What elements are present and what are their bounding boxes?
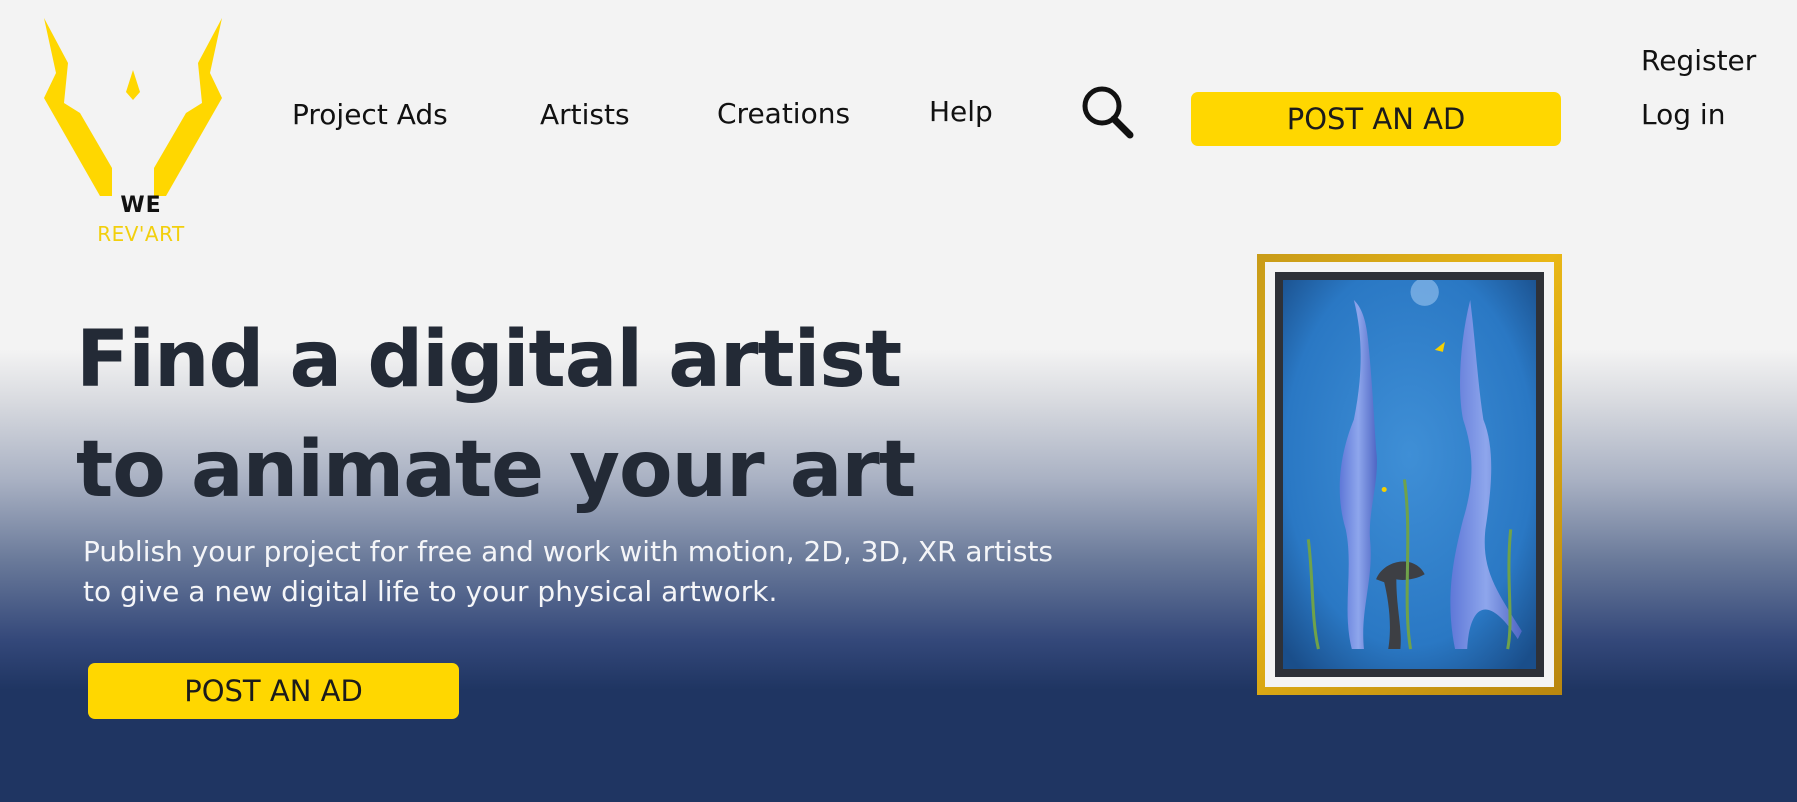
site-logo[interactable]: WE REV'ART: [36, 18, 232, 246]
login-link[interactable]: Log in: [1641, 98, 1725, 131]
nav-project-ads[interactable]: Project Ads: [292, 98, 448, 131]
post-ad-button-label: POST AN AD: [1286, 102, 1466, 136]
hero-subtitle: Publish your project for free and work w…: [83, 532, 1083, 612]
post-ad-button-hero[interactable]: POST AN AD: [88, 663, 459, 719]
nav-help[interactable]: Help: [929, 95, 993, 128]
hero-title-line1: Find a digital artist: [76, 315, 902, 405]
framed-painting-image: [1257, 254, 1562, 695]
landing-page: WE REV'ART Project Ads Artists Creations…: [0, 0, 1797, 802]
register-link[interactable]: Register: [1641, 44, 1756, 77]
logo-we-text: WE: [120, 193, 162, 218]
nav-creations[interactable]: Creations: [717, 97, 850, 130]
hero-title-line2: to animate your art: [76, 425, 916, 515]
hero-title: Find a digital artist to animate your ar…: [76, 305, 916, 525]
hero-cta-label: POST AN AD: [184, 674, 363, 708]
hero-subtitle-line2: to give a new digital life to your physi…: [83, 575, 778, 608]
hero-subtitle-line1: Publish your project for free and work w…: [83, 535, 1054, 568]
logo-mark-icon: [44, 18, 222, 196]
post-ad-button-header[interactable]: POST AN AD: [1191, 92, 1561, 146]
painting-mat: [1265, 262, 1554, 687]
search-icon[interactable]: [1080, 84, 1134, 140]
painting-inner-frame: [1275, 272, 1544, 677]
nav-artists[interactable]: Artists: [540, 98, 630, 131]
logo-revart-text: REV'ART: [97, 222, 185, 246]
painting-canvas: [1283, 280, 1536, 669]
